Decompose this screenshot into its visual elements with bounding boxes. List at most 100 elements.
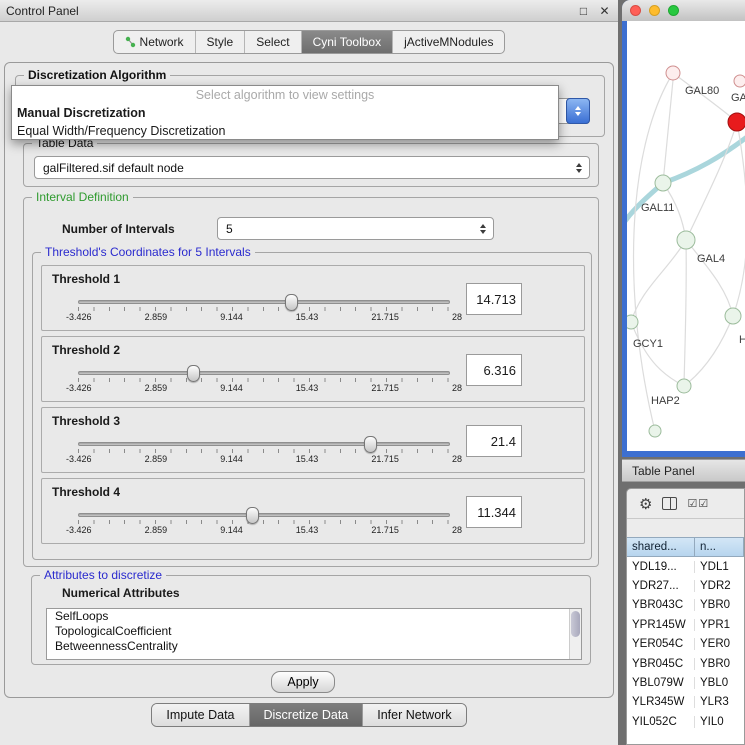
threshold-1-value-field[interactable]: 14.713: [466, 283, 522, 315]
tab-jactivemnodules[interactable]: jActiveMNodules: [392, 31, 504, 53]
tick-label: -3.426: [66, 383, 92, 393]
tab-cyni-toolbox[interactable]: Cyni Toolbox: [301, 31, 392, 53]
table-cell[interactable]: YLR3: [695, 696, 744, 708]
table-cell[interactable]: YDL1: [695, 561, 744, 573]
tab-network[interactable]: Network: [114, 31, 195, 53]
network-node[interactable]: [649, 425, 661, 437]
network-node[interactable]: [666, 66, 680, 80]
minimize-traffic-light-icon[interactable]: [649, 5, 660, 16]
table-cell[interactable]: YDR2: [695, 580, 744, 592]
columns-icon[interactable]: [662, 497, 677, 510]
table-cell[interactable]: YLR345W: [627, 696, 695, 708]
header-cell-shared-name[interactable]: shared...: [627, 537, 695, 557]
table-row[interactable]: YLR345WYLR3: [627, 693, 744, 712]
table-row[interactable]: YBR045CYBR0: [627, 654, 744, 673]
network-node[interactable]: [725, 308, 741, 324]
numerical-attributes-listbox[interactable]: SelfLoopsTopologicalCoefficientBetweenne…: [46, 608, 582, 660]
table-row[interactable]: YPR145WYPR1: [627, 615, 744, 634]
network-edge[interactable]: [733, 122, 745, 316]
table-row[interactable]: YDL19...YDL1: [627, 557, 744, 576]
slider-thumb[interactable]: [187, 365, 200, 382]
table-cell[interactable]: YBR0: [695, 658, 744, 670]
table-header-row: shared... n...: [627, 537, 744, 557]
apply-button[interactable]: Apply: [271, 671, 335, 693]
tab-select[interactable]: Select: [244, 31, 300, 53]
network-edge[interactable]: [631, 240, 686, 322]
number-of-intervals-combobox[interactable]: 5: [217, 217, 494, 240]
table-cell[interactable]: YBL0: [695, 677, 744, 689]
slider-thumb[interactable]: [364, 436, 377, 453]
threshold-3-slider[interactable]: -3.4262.8599.14415.4321.71528: [66, 435, 462, 464]
network-edge[interactable]: [634, 73, 673, 431]
table-row[interactable]: YDR27...YDR2: [627, 576, 744, 595]
dropdown-option-manual-discretization[interactable]: Manual Discretization: [12, 104, 558, 122]
network-edge[interactable]: [673, 73, 737, 122]
slider-thumb[interactable]: [285, 294, 298, 311]
network-edge[interactable]: [631, 322, 684, 386]
table-cell[interactable]: YBR045C: [627, 658, 695, 670]
slider-track[interactable]: [78, 513, 450, 517]
slider-track[interactable]: [78, 371, 450, 375]
list-scrollbar-thumb[interactable]: [571, 611, 580, 637]
table-row[interactable]: YBR043CYBR0: [627, 596, 744, 615]
table-data-combobox[interactable]: galFiltered.sif default node: [34, 156, 590, 179]
threshold-3-value-field[interactable]: 21.4: [466, 425, 522, 457]
combo-arrows-icon[interactable]: [480, 224, 486, 234]
table-cell[interactable]: YBR0: [695, 599, 744, 611]
network-edge[interactable]: [686, 240, 733, 316]
combo-arrows-icon[interactable]: [566, 98, 590, 124]
table-cell[interactable]: YDL19...: [627, 561, 695, 573]
tab-infer-network[interactable]: Infer Network: [362, 704, 465, 726]
slider-track[interactable]: [78, 442, 450, 446]
close-traffic-light-icon[interactable]: [630, 5, 641, 16]
tab-impute-data[interactable]: Impute Data: [152, 704, 248, 726]
zoom-traffic-light-icon[interactable]: [668, 5, 679, 16]
tick-label: 2.859: [145, 525, 168, 535]
header-cell-name[interactable]: n...: [695, 537, 744, 557]
threshold-2-slider[interactable]: -3.4262.8599.14415.4321.71528: [66, 364, 462, 393]
slider-thumb[interactable]: [246, 507, 259, 524]
network-node[interactable]: [734, 75, 745, 87]
table-cell[interactable]: YPR145W: [627, 619, 695, 631]
network-edge[interactable]: [663, 137, 745, 183]
network-edge[interactable]: [686, 122, 737, 240]
combo-arrows-icon[interactable]: [576, 163, 582, 173]
network-node[interactable]: [677, 379, 691, 393]
numerical-attribute-item[interactable]: SelfLoops: [47, 609, 581, 624]
table-row[interactable]: YBL079WYBL0: [627, 673, 744, 692]
select-columns-checkbox-icons[interactable]: ☑☑: [687, 497, 709, 510]
settings-gear-icon[interactable]: ⚙: [639, 495, 652, 513]
table-cell[interactable]: YER0: [695, 638, 744, 650]
threshold-4-value-field[interactable]: 11.344: [466, 496, 522, 528]
threshold-4-slider[interactable]: -3.4262.8599.14415.4321.71528: [66, 506, 462, 535]
list-scrollbar[interactable]: [569, 609, 581, 659]
table-cell[interactable]: YIL0: [695, 716, 744, 728]
network-node[interactable]: [655, 175, 671, 191]
float-window-icon[interactable]: □: [576, 3, 591, 18]
network-edge[interactable]: [684, 316, 733, 386]
table-cell[interactable]: YER054C: [627, 638, 695, 650]
numerical-attribute-item[interactable]: BetweennessCentrality: [47, 639, 581, 654]
table-cell[interactable]: YPR1: [695, 619, 744, 631]
tab-style[interactable]: Style: [195, 31, 245, 53]
table-cell[interactable]: YIL052C: [627, 716, 695, 728]
network-canvas[interactable]: GAL80GAGAL11GAL4GCY1HHAP2: [627, 21, 745, 451]
table-cell[interactable]: YBR043C: [627, 599, 695, 611]
network-edge[interactable]: [663, 80, 673, 183]
close-icon[interactable]: ✕: [597, 3, 612, 18]
table-row[interactable]: YER054CYER0: [627, 635, 744, 654]
network-node[interactable]: [627, 315, 638, 329]
numerical-attribute-item[interactable]: TopologicalCoefficient: [47, 624, 581, 639]
threshold-1-slider[interactable]: -3.4262.8599.14415.4321.71528: [66, 293, 462, 322]
table-cell[interactable]: YBL079W: [627, 677, 695, 689]
network-node[interactable]: [677, 231, 695, 249]
network-node[interactable]: [728, 113, 745, 131]
tab-discretize-data[interactable]: Discretize Data: [249, 704, 363, 726]
table-cell[interactable]: YDR27...: [627, 580, 695, 592]
dropdown-placeholder-item[interactable]: Select algorithm to view settings: [12, 86, 558, 104]
table-row[interactable]: YIL052CYIL0: [627, 712, 744, 731]
dropdown-option-equal-width-frequency[interactable]: Equal Width/Frequency Discretization: [12, 122, 558, 140]
threshold-2-value-field[interactable]: 6.316: [466, 354, 522, 386]
slider-track[interactable]: [78, 300, 450, 304]
network-edge[interactable]: [684, 240, 686, 386]
